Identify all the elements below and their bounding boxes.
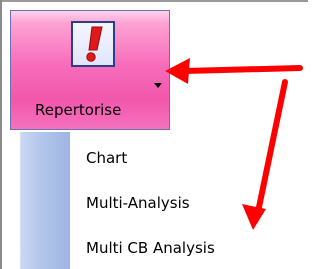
repertorise-dropdown-menu: Chart Multi-Analysis Multi CB Analysis [10, 132, 308, 269]
menu-item-multi-cb-analysis[interactable]: Multi CB Analysis [70, 232, 308, 264]
repertorise-label: Repertorise [35, 101, 122, 119]
menu-item-multi-analysis[interactable]: Multi-Analysis [70, 187, 308, 219]
arrow-to-caret [165, 58, 303, 84]
exclamation-icon [71, 21, 115, 67]
menu-item-chart[interactable]: Chart [70, 142, 308, 174]
window-border-left [0, 0, 2, 269]
screenshot-stage: Repertorise Chart Multi-Analysis Multi C… [0, 0, 308, 269]
window-border-top [0, 0, 308, 2]
menu-icon-gutter [10, 132, 70, 269]
repertorise-button[interactable]: Repertorise [10, 10, 170, 130]
dropdown-caret-icon[interactable] [153, 75, 163, 88]
